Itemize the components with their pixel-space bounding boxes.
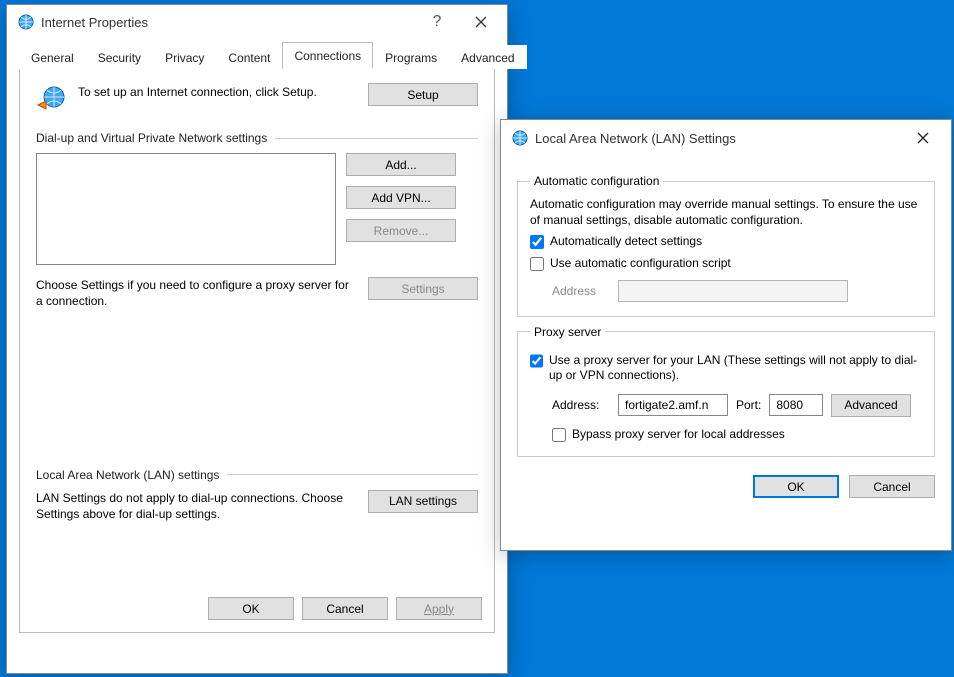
ok-button[interactable]: OK bbox=[208, 597, 294, 620]
connection-wizard-icon bbox=[36, 83, 68, 115]
proxy-server-legend: Proxy server bbox=[530, 325, 605, 339]
settings-button: Settings bbox=[368, 277, 478, 300]
cancel-button[interactable]: Cancel bbox=[302, 597, 388, 620]
advanced-button[interactable]: Advanced bbox=[831, 394, 910, 417]
lan-settings-window: Local Area Network (LAN) Settings Automa… bbox=[500, 119, 952, 551]
tab-advanced[interactable]: Advanced bbox=[449, 45, 526, 69]
dialup-group-label: Dial-up and Virtual Private Network sett… bbox=[36, 131, 267, 145]
proxy-address-label: Address: bbox=[552, 398, 610, 412]
automatic-configuration-description: Automatic configuration may override man… bbox=[530, 196, 922, 228]
connections-panel: To set up an Internet connection, click … bbox=[19, 69, 495, 633]
use-proxy-label: Use a proxy server for your LAN (These s… bbox=[549, 353, 922, 384]
proxy-server-group: Proxy server Use a proxy server for your… bbox=[517, 325, 935, 458]
dialog-body: General Security Privacy Content Connect… bbox=[7, 39, 507, 645]
titlebar[interactable]: Local Area Network (LAN) Settings bbox=[501, 120, 951, 156]
use-proxy-checkbox[interactable] bbox=[530, 354, 543, 368]
ok-button[interactable]: OK bbox=[753, 475, 839, 498]
divider bbox=[227, 474, 478, 475]
tab-strip: General Security Privacy Content Connect… bbox=[19, 41, 495, 69]
bypass-local-checkbox[interactable] bbox=[552, 428, 566, 442]
script-address-input bbox=[618, 280, 848, 302]
remove-button: Remove... bbox=[346, 219, 456, 242]
lan-instruction-text: LAN Settings do not apply to dial-up con… bbox=[36, 490, 358, 522]
tab-general[interactable]: General bbox=[19, 45, 86, 69]
auto-script-checkbox[interactable] bbox=[530, 257, 544, 271]
dialog-body: Automatic configuration Automatic config… bbox=[501, 156, 951, 512]
lan-group-label: Local Area Network (LAN) settings bbox=[36, 468, 219, 482]
apply-button: Apply bbox=[396, 597, 482, 620]
tab-privacy[interactable]: Privacy bbox=[153, 45, 216, 69]
titlebar[interactable]: Internet Properties ? bbox=[7, 5, 507, 39]
internet-options-icon bbox=[511, 129, 529, 147]
proxy-address-input[interactable] bbox=[618, 394, 728, 416]
lan-settings-button[interactable]: LAN settings bbox=[368, 490, 478, 513]
help-button[interactable]: ? bbox=[417, 8, 457, 36]
window-title: Local Area Network (LAN) Settings bbox=[535, 131, 901, 146]
close-button[interactable] bbox=[901, 124, 945, 152]
auto-detect-checkbox[interactable] bbox=[530, 235, 544, 249]
bypass-local-label: Bypass proxy server for local addresses bbox=[572, 427, 785, 443]
setup-button[interactable]: Setup bbox=[368, 83, 478, 106]
tab-security[interactable]: Security bbox=[86, 45, 153, 69]
script-address-label: Address bbox=[552, 284, 610, 298]
dialup-connections-listbox[interactable] bbox=[36, 153, 336, 265]
add-vpn-button[interactable]: Add VPN... bbox=[346, 186, 456, 209]
auto-detect-label: Automatically detect settings bbox=[550, 234, 702, 250]
tab-programs[interactable]: Programs bbox=[373, 45, 449, 69]
tab-connections[interactable]: Connections bbox=[282, 42, 373, 69]
internet-options-icon bbox=[17, 13, 35, 31]
proxy-port-label: Port: bbox=[736, 398, 761, 412]
close-button[interactable] bbox=[461, 8, 501, 36]
automatic-configuration-legend: Automatic configuration bbox=[530, 174, 663, 188]
setup-instruction-text: To set up an Internet connection, click … bbox=[78, 83, 358, 101]
divider bbox=[275, 138, 478, 139]
window-title: Internet Properties bbox=[41, 15, 417, 30]
automatic-configuration-group: Automatic configuration Automatic config… bbox=[517, 174, 935, 317]
internet-properties-window: Internet Properties ? General Security P… bbox=[6, 4, 508, 674]
tab-content[interactable]: Content bbox=[216, 45, 282, 69]
cancel-button[interactable]: Cancel bbox=[849, 475, 935, 498]
auto-script-label: Use automatic configuration script bbox=[550, 256, 731, 272]
proxy-instruction-text: Choose Settings if you need to configure… bbox=[36, 277, 358, 309]
proxy-port-input[interactable] bbox=[769, 394, 823, 416]
add-button[interactable]: Add... bbox=[346, 153, 456, 176]
